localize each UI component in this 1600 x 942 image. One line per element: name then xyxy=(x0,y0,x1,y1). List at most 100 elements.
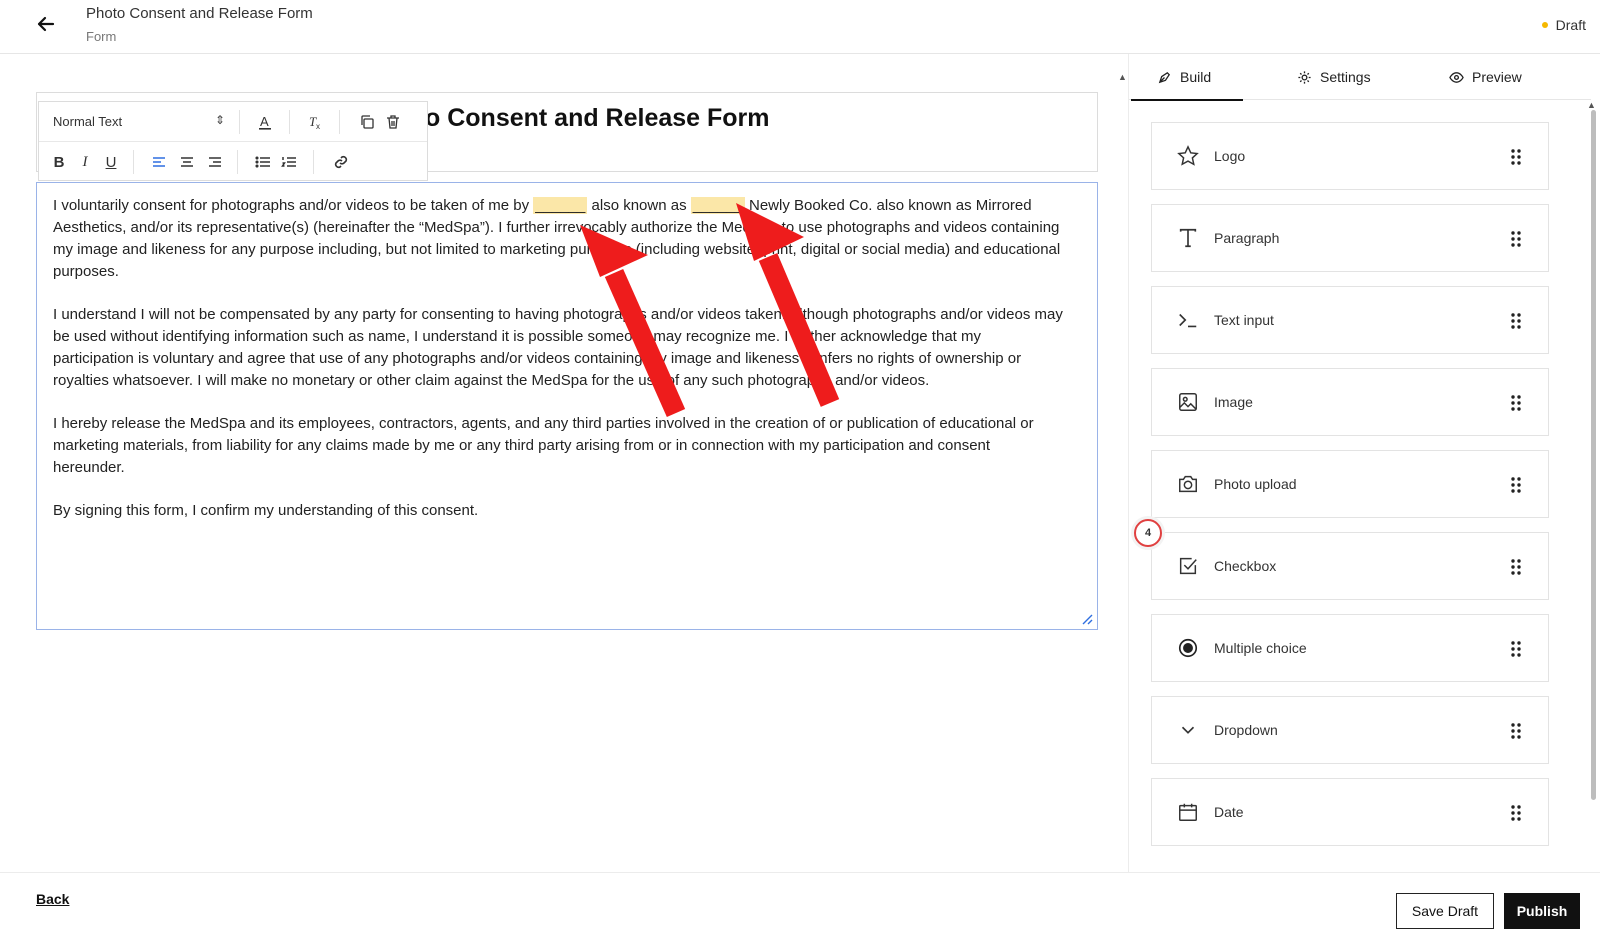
drag-handle-icon[interactable] xyxy=(1510,805,1522,821)
chevron-down-icon xyxy=(1176,718,1200,742)
text-format-select[interactable]: Normal Text ⇕ xyxy=(47,108,233,136)
drag-handle-icon[interactable] xyxy=(1510,641,1522,657)
element-label: Dropdown xyxy=(1214,722,1278,738)
back-arrow-icon[interactable] xyxy=(34,12,58,36)
panel-scrollbar[interactable] xyxy=(1591,110,1596,800)
status-badge: Draft xyxy=(1541,17,1586,33)
align-right-button[interactable] xyxy=(203,150,227,174)
back-link[interactable]: Back xyxy=(36,891,69,907)
bullet-list-button[interactable] xyxy=(251,150,275,174)
element-label: Date xyxy=(1214,804,1244,820)
radio-icon xyxy=(1176,636,1200,660)
tab-preview[interactable]: Preview xyxy=(1449,54,1522,100)
tab-settings[interactable]: Settings xyxy=(1297,54,1371,100)
form-heading[interactable]: o Consent and Release Form xyxy=(425,104,770,133)
tab-build[interactable]: Build xyxy=(1130,54,1244,101)
paragraph-4: By signing this form, I confirm my under… xyxy=(53,502,479,519)
status-label: Draft xyxy=(1555,17,1586,33)
text-icon xyxy=(1176,226,1200,250)
clear-format-button[interactable]: Tx xyxy=(303,110,327,134)
element-date[interactable]: Date xyxy=(1151,778,1549,846)
svg-text:x: x xyxy=(316,122,320,130)
save-draft-button[interactable]: Save Draft xyxy=(1396,893,1494,929)
italic-button[interactable]: I xyxy=(73,150,97,174)
element-paragraph[interactable]: Paragraph xyxy=(1151,204,1549,272)
align-center-icon xyxy=(181,157,193,167)
element-label: Logo xyxy=(1214,148,1246,164)
underline-button[interactable]: U xyxy=(99,150,123,174)
blank-field-1[interactable]: ______ xyxy=(533,197,588,214)
divider xyxy=(133,150,134,174)
numbered-list-icon xyxy=(281,157,296,167)
divider xyxy=(237,150,238,174)
page-subtitle: Form xyxy=(86,29,117,44)
text-color-icon: A xyxy=(259,114,271,130)
panel-scroll-up-icon[interactable]: ▲ xyxy=(1587,100,1596,110)
align-right-icon xyxy=(209,157,221,167)
top-bar: Photo Consent and Release Form Form Draf… xyxy=(0,0,1600,54)
publish-button[interactable]: Publish xyxy=(1504,893,1580,929)
camera-icon xyxy=(1176,472,1200,496)
drag-handle-icon[interactable] xyxy=(1510,477,1522,493)
paragraph-3: I hereby release the MedSpa and its empl… xyxy=(53,415,1034,476)
trash-icon xyxy=(387,115,399,129)
link-button[interactable] xyxy=(329,150,353,174)
page-title: Photo Consent and Release Form xyxy=(86,5,313,22)
element-checkbox[interactable]: Checkbox xyxy=(1151,532,1549,600)
pen-icon xyxy=(1158,71,1171,83)
drag-handle-icon[interactable] xyxy=(1510,559,1522,575)
paragraph-1-part-2: also known as xyxy=(587,197,691,214)
paragraph-1-part-1: I voluntarily consent for photographs an… xyxy=(53,197,534,214)
duplicate-button[interactable] xyxy=(355,110,379,134)
tab-preview-label: Preview xyxy=(1472,69,1522,85)
element-multiple-choice[interactable]: Multiple choice xyxy=(1151,614,1549,682)
calendar-icon xyxy=(1176,800,1200,824)
resize-handle-icon[interactable] xyxy=(1081,613,1093,625)
element-dropdown[interactable]: Dropdown xyxy=(1151,696,1549,764)
numbered-list-button[interactable] xyxy=(277,150,301,174)
bold-button[interactable]: B xyxy=(47,150,71,174)
delete-button[interactable] xyxy=(381,110,405,134)
element-label: Paragraph xyxy=(1214,230,1280,246)
divider xyxy=(239,110,240,134)
build-panel: Build Settings Preview Logo Paragraph Te… xyxy=(1128,54,1600,872)
tab-settings-label: Settings xyxy=(1320,69,1371,85)
align-center-button[interactable] xyxy=(175,150,199,174)
eye-icon xyxy=(1449,71,1464,83)
text-format-value: Normal Text xyxy=(53,114,123,129)
align-left-button[interactable] xyxy=(147,150,171,174)
element-logo[interactable]: Logo xyxy=(1151,122,1549,190)
paragraph-text[interactable]: I voluntarily consent for photographs an… xyxy=(53,195,1063,543)
drag-handle-icon[interactable] xyxy=(1510,395,1522,411)
text-toolbar: Normal Text ⇕ A Tx B I U xyxy=(38,101,428,181)
element-label: Multiple choice xyxy=(1214,640,1307,656)
paragraph-1: I voluntarily consent for photographs an… xyxy=(53,195,1063,283)
drag-handle-icon[interactable] xyxy=(1510,313,1522,329)
text-color-button[interactable]: A xyxy=(253,110,277,134)
bullet-list-icon xyxy=(255,156,270,168)
divider xyxy=(289,110,290,134)
gear-icon xyxy=(1298,70,1311,84)
link-icon xyxy=(334,155,348,169)
star-icon xyxy=(1176,144,1200,168)
select-caret-icon: ⇕ xyxy=(214,113,225,127)
copy-icon xyxy=(361,115,374,129)
drag-handle-icon[interactable] xyxy=(1510,723,1522,739)
panel-tabs: Build Settings Preview xyxy=(1129,54,1591,101)
checkbox-icon xyxy=(1176,554,1200,578)
element-text-input[interactable]: Text input xyxy=(1151,286,1549,354)
element-label: Checkbox xyxy=(1214,558,1277,574)
drag-handle-icon[interactable] xyxy=(1510,231,1522,247)
clear-format-icon: Tx xyxy=(309,114,320,130)
scroll-up-icon[interactable]: ▲ xyxy=(1118,72,1127,82)
notification-badge[interactable]: 4 xyxy=(1134,519,1162,547)
tab-build-label: Build xyxy=(1180,69,1212,85)
paragraph-block[interactable]: I voluntarily consent for photographs an… xyxy=(36,182,1098,630)
footer-bar: Back Save Draft Publish xyxy=(0,872,1600,942)
element-image[interactable]: Image xyxy=(1151,368,1549,436)
blank-field-2[interactable]: ______ xyxy=(690,197,745,214)
drag-handle-icon[interactable] xyxy=(1510,149,1522,165)
element-photo-upload[interactable]: Photo upload xyxy=(1151,450,1549,518)
paragraph-2: I understand I will not be compensated b… xyxy=(53,306,1063,389)
divider xyxy=(339,110,340,134)
